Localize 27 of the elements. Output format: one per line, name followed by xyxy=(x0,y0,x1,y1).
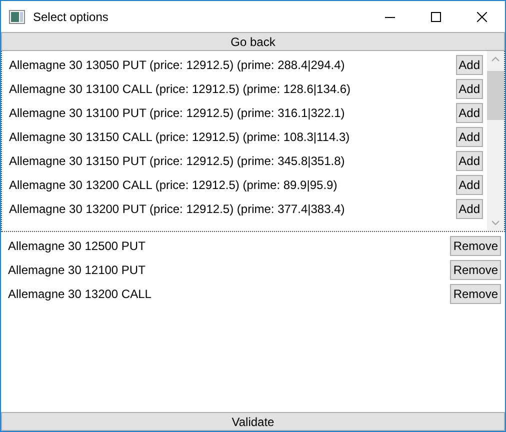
validate-button[interactable]: Validate xyxy=(1,412,505,431)
option-label: Allemagne 30 13100 CALL (price: 12912.5) (prime: 128.6|134.6) xyxy=(9,81,351,98)
add-button[interactable]: Add xyxy=(456,127,483,147)
scroll-up-icon[interactable] xyxy=(491,56,500,62)
add-button[interactable]: Add xyxy=(456,79,483,99)
option-label: Allemagne 30 13200 PUT (price: 12912.5) (prime: 377.4|383.4) xyxy=(9,201,345,218)
add-button[interactable]: Add xyxy=(456,199,483,219)
option-label: Allemagne 30 12500 PUT xyxy=(8,238,146,255)
add-button[interactable]: Add xyxy=(456,175,483,195)
remove-button[interactable]: Remove xyxy=(450,236,501,256)
option-label: Allemagne 30 13200 CALL (price: 12912.5) (prime: 89.9|95.9) xyxy=(9,177,338,194)
remove-button[interactable]: Remove xyxy=(450,284,501,304)
remove-button[interactable]: Remove xyxy=(450,260,501,280)
add-button[interactable]: Add xyxy=(456,55,483,75)
scrollbar[interactable] xyxy=(487,51,504,231)
add-button[interactable]: Add xyxy=(456,103,483,123)
option-label: Allemagne 30 13150 PUT (price: 12912.5) (prime: 345.8|351.8) xyxy=(9,153,345,170)
option-label: Allemagne 30 13050 PUT (price: 12912.5) (prime: 288.4|294.4) xyxy=(9,57,345,74)
window-title: Select options xyxy=(33,8,110,26)
option-label: Allemagne 30 13100 PUT (price: 12912.5) (prime: 316.1|322.1) xyxy=(9,105,345,122)
option-label: Allemagne 30 13150 CALL (price: 12912.5) (prime: 108.3|114.3) xyxy=(9,129,350,146)
option-label: Allemagne 30 13200 CALL xyxy=(8,286,152,303)
add-button[interactable]: Add xyxy=(456,151,483,171)
scroll-down-icon[interactable] xyxy=(491,220,500,226)
go-back-button[interactable]: Go back xyxy=(1,32,505,51)
option-label: Allemagne 30 12100 PUT xyxy=(8,262,146,279)
app-icon xyxy=(9,10,25,24)
